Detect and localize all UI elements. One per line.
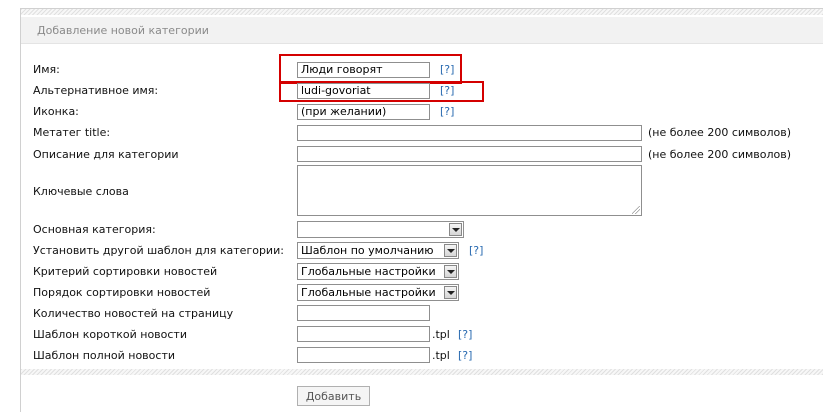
description-input[interactable] — [297, 146, 642, 162]
meta-title-limit-note: (не более 200 символов) — [648, 126, 792, 139]
panel-header: Добавление новой категории — [21, 17, 823, 44]
template-select-value: Шаблон по умолчанию — [301, 244, 434, 257]
panel-title: Добавление новой категории — [37, 24, 209, 37]
icon-label: Иконка: — [33, 105, 79, 118]
description-limit-note: (не более 200 символов) — [648, 148, 792, 161]
form-footer: Добавить — [21, 379, 823, 412]
alt-name-highlight-box — [279, 81, 484, 102]
resize-handle-icon[interactable] — [632, 206, 640, 214]
parent-category-label: Основная категория: — [33, 223, 156, 236]
icon-input[interactable]: (при желании) — [297, 104, 430, 120]
alt-name-label: Альтернативное имя: — [33, 84, 159, 97]
chevron-down-icon[interactable] — [444, 265, 457, 278]
sort-order-label: Порядок сортировки новостей — [33, 286, 211, 299]
description-label: Описание для категории — [33, 148, 179, 161]
chevron-down-icon[interactable] — [444, 286, 457, 299]
template-select[interactable]: Шаблон по умолчанию — [297, 242, 459, 259]
full-template-label: Шаблон полной новости — [33, 349, 175, 362]
add-category-button[interactable]: Добавить — [297, 386, 370, 406]
icon-help-link[interactable]: [?] — [440, 105, 454, 118]
bottom-hatch-divider — [21, 369, 823, 375]
add-category-panel: Добавление новой категории Имя: Люди гов… — [20, 8, 823, 412]
short-template-input[interactable] — [297, 326, 430, 342]
chevron-down-icon[interactable] — [444, 244, 457, 257]
short-template-help-link[interactable]: [?] — [458, 328, 472, 341]
meta-title-label: Метатег title: — [33, 126, 111, 139]
chevron-down-icon[interactable] — [449, 223, 462, 236]
news-per-page-label: Количество новостей на страницу — [33, 307, 234, 320]
short-template-label: Шаблон короткой новости — [33, 328, 187, 341]
template-label: Установить другой шаблон для категории: — [33, 244, 284, 257]
keywords-textarea[interactable] — [297, 165, 642, 216]
name-label: Имя: — [33, 63, 60, 76]
full-template-input[interactable] — [297, 347, 430, 363]
full-template-help-link[interactable]: [?] — [458, 349, 472, 362]
sort-order-select[interactable]: Глобальные настройки — [297, 284, 459, 301]
short-template-suffix: .tpl — [432, 328, 450, 341]
sort-criterion-select[interactable]: Глобальные настройки — [297, 263, 459, 280]
top-hatch-divider — [21, 9, 823, 15]
meta-title-input[interactable] — [297, 125, 642, 141]
parent-category-select[interactable] — [297, 221, 464, 238]
sort-criterion-label: Критерий сортировки новостей — [33, 265, 218, 278]
news-per-page-input[interactable] — [297, 305, 430, 321]
template-help-link[interactable]: [?] — [469, 244, 483, 257]
sort-order-value: Глобальные настройки — [301, 286, 436, 299]
sort-criterion-value: Глобальные настройки — [301, 265, 436, 278]
keywords-label: Ключевые слова — [33, 185, 129, 198]
name-highlight-box — [279, 54, 462, 84]
full-template-suffix: .tpl — [432, 349, 450, 362]
